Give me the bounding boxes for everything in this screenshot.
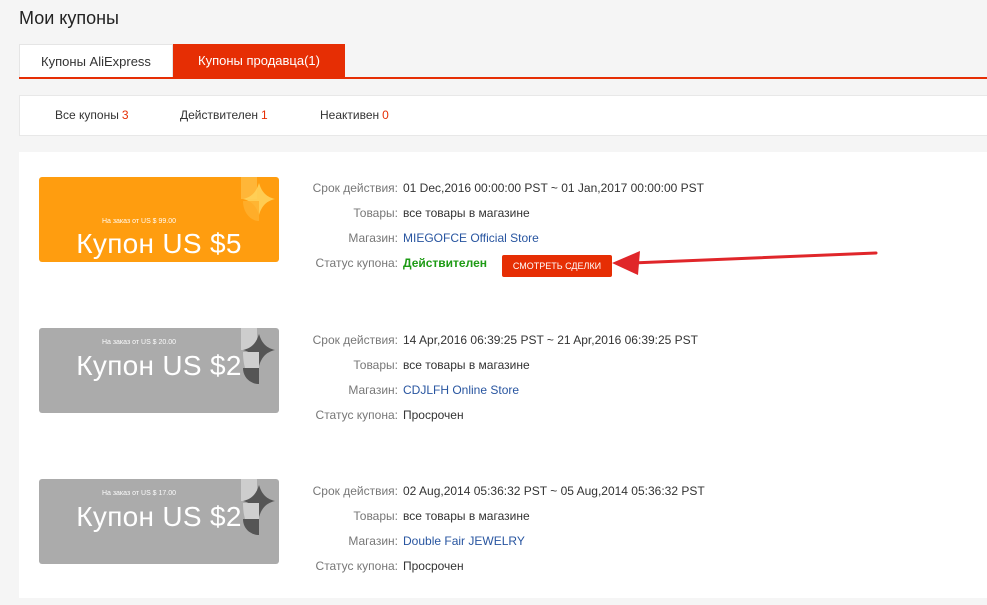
goods-value: все товары в магазине [403, 206, 530, 220]
validity-label: Срок действия: [312, 181, 398, 195]
filter-count: 0 [382, 108, 389, 122]
validity-value: 02 Aug,2014 05:36:32 PST ~ 05 Aug,2014 0… [403, 484, 705, 498]
coupon-ornament-icon [241, 328, 275, 384]
filter-label: Неактивен [320, 108, 380, 122]
view-deals-button[interactable]: СМОТРЕТЬ СДЕЛКИ [502, 255, 612, 277]
tab-aliexpress-coupons[interactable]: Купоны AliExpress [19, 44, 173, 77]
status-value: Просрочен [403, 408, 464, 422]
validity-value: 01 Dec,2016 00:00:00 PST ~ 01 Jan,2017 0… [403, 181, 705, 195]
coupon-min-order: На заказ от US $ 99.00 [101, 218, 177, 225]
status-label: Статус купона: [315, 256, 398, 270]
store-link[interactable]: Double Fair JEWELRY [403, 529, 525, 554]
status-label: Статус купона: [315, 408, 398, 422]
status-filter-bar: Все купоны 3 Действителен 1 Неактивен 0 [19, 95, 987, 136]
store-label: Магазин: [348, 383, 398, 397]
coupon-card: На заказ от US $ 17.00 Купон US $2 [39, 479, 279, 564]
store-link[interactable]: MIEGOFCE Official Store [403, 226, 539, 251]
page-title: Мои купоны [19, 8, 119, 28]
store-link[interactable]: CDJLFH Online Store [403, 378, 519, 403]
tab-seller-coupons[interactable]: Купоны продавца(1) [173, 44, 345, 77]
annotation-arrow-icon [612, 251, 878, 275]
validity-label: Срок действия: [312, 333, 398, 347]
validity-label: Срок действия: [312, 484, 398, 498]
coupon-min-order: На заказ от US $ 20.00 [101, 339, 177, 346]
filter-count: 3 [121, 108, 129, 122]
goods-label: Товары: [353, 509, 398, 523]
coupon-ornament-icon [241, 479, 275, 535]
filter-inactive[interactable]: Неактивен 0 [320, 96, 389, 135]
coupon-tabs: Купоны AliExpress Купоны продавца(1) [19, 44, 987, 79]
store-label: Магазин: [348, 534, 398, 548]
status-label: Статус купона: [315, 559, 398, 573]
filter-valid[interactable]: Действителен 1 [180, 96, 268, 135]
filter-all[interactable]: Все купоны 3 [55, 96, 129, 135]
goods-label: Товары: [353, 358, 398, 372]
coupon-card: На заказ от US $ 20.00 Купон US $2 [39, 328, 279, 413]
status-value: Просрочен [403, 559, 464, 573]
status-value: Действителен [403, 256, 487, 270]
filter-count: 1 [261, 108, 268, 122]
validity-value: 14 Apr,2016 06:39:25 PST ~ 21 Apr,2016 0… [403, 333, 699, 347]
goods-value: все товары в магазине [403, 358, 530, 372]
filter-label: Действителен [180, 108, 259, 122]
store-label: Магазин: [348, 231, 398, 245]
goods-value: все товары в магазине [403, 509, 530, 523]
filter-label: Все купоны [55, 108, 119, 122]
goods-label: Товары: [353, 206, 398, 220]
coupon-ornament-icon [241, 177, 275, 221]
coupon-min-order: На заказ от US $ 17.00 [101, 490, 177, 497]
coupon-card: На заказ от US $ 99.00 Купон US $5 [39, 177, 279, 262]
